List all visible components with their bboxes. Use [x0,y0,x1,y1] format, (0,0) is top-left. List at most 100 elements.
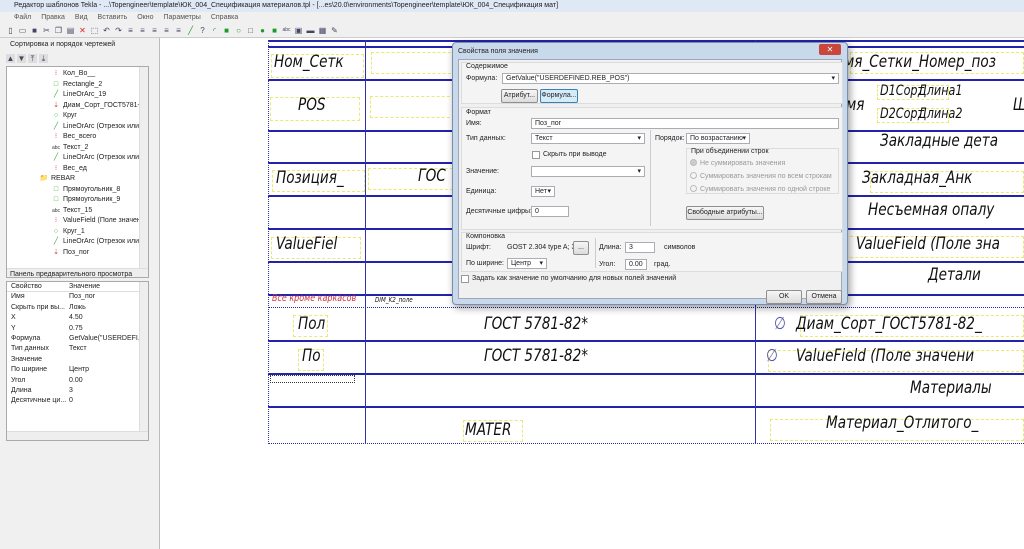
filled-circle-icon[interactable]: ● [258,26,267,35]
menu-item-2[interactable]: Вид [75,14,88,21]
select-icon[interactable]: ⬚ [90,26,99,35]
tree-item-label: Прямоугольник_8 [63,185,121,193]
property-grid[interactable]: Свойство Значение Имя Поз_пог Скрыть при вы… [6,281,149,441]
align-middle-icon[interactable]: ≡ [150,26,159,35]
property-row[interactable]: X 4.50 [7,313,148,323]
property-row[interactable]: Y 0.75 [7,324,148,334]
tree-item[interactable]: ⁝ Вес_ед [51,164,148,175]
font-button[interactable]: ... [573,241,589,255]
hide-checkbox[interactable] [532,151,540,159]
menu-item-3[interactable]: Вставить [98,14,128,21]
undo-icon[interactable]: ↶ [102,26,111,35]
move-bottom-icon[interactable]: ⤓ [39,54,48,63]
value-field-icon[interactable]: ▦ [318,26,327,35]
attribute-button[interactable]: Атрибут... [501,89,538,103]
decimals-spinner[interactable]: 0 [531,206,569,217]
default-checkbox[interactable] [461,275,469,283]
name-input[interactable]: Поз_пог [531,118,839,129]
property-row[interactable]: Формула GetValue("USERDEFI... [7,334,148,344]
delete-icon[interactable]: ✕ [78,26,87,35]
tree-item[interactable]: ╱ LineOrArc (Отрезок или [51,237,148,248]
table-cell-text: Несъемная опалу [868,200,995,220]
rectangle-icon[interactable]: □ [246,26,255,35]
field-icon[interactable]: ▣ [294,26,303,35]
table-cell-text: ГОСТ 5781-82* [484,314,589,334]
arc-icon[interactable]: ◜ [210,26,219,35]
menu-item-6[interactable]: Справка [211,14,238,21]
angle-input[interactable]: 0.00 [625,259,647,270]
name-label: Имя: [466,120,482,127]
merge-option-2[interactable]: Суммировать значения по одной строке [690,185,830,193]
menu-item-5[interactable]: Параметры [164,14,201,21]
property-row[interactable]: Имя Поз_пог [7,292,148,302]
ok-button[interactable]: OK [766,290,802,304]
tree-item[interactable]: abc Текст_15 [51,206,148,217]
formula-combo[interactable]: GetValue("USERDEFINED.REB_POS") [502,73,839,84]
move-up-icon[interactable]: ▲ [6,54,15,63]
property-row[interactable]: Длина 3 [7,386,148,396]
align-center-icon[interactable]: ≡ [138,26,147,35]
tree-item[interactable]: □ Rectangle_2 [51,80,148,91]
tree-item[interactable]: ╱ LineOrArc (Отрезок или [51,153,148,164]
redo-icon[interactable]: ↷ [114,26,123,35]
tree-item[interactable]: ╱ LineOrArc (Отрезок или [51,122,148,133]
tree-item[interactable]: ⇣ Диам_Сорт_ГОСТ5781-8 [51,101,148,112]
align-bottom-icon[interactable]: ≡ [162,26,171,35]
tree-scrollbar-v[interactable] [139,67,148,268]
edit-icon[interactable]: ✎ [330,26,339,35]
align-top-icon[interactable]: ≡ [126,26,135,35]
merge-option-0[interactable]: Не суммировать значения [690,159,785,167]
move-top-icon[interactable]: ⤒ [28,54,37,63]
open-icon[interactable]: ▭ [18,26,27,35]
line-icon: ╱ [53,122,59,130]
value-select[interactable] [531,166,645,177]
tree-item[interactable]: ⁝ Вес_всего [51,132,148,143]
save-icon[interactable]: ■ [30,26,39,35]
copy-icon[interactable]: ❐ [54,26,63,35]
align-base-icon[interactable]: ≡ [174,26,183,35]
tree-item[interactable]: □ Прямоугольник_8 [51,185,148,196]
move-down-icon[interactable]: ▼ [17,54,26,63]
property-row[interactable]: Скрыть при вы... Ложь [7,303,148,313]
property-row[interactable]: По ширине Центр [7,365,148,375]
circle-icon[interactable]: ○ [234,26,243,35]
paste-icon[interactable]: ▤ [66,26,75,35]
filled-rect-icon[interactable]: ■ [222,26,231,35]
close-button[interactable]: ✕ [819,44,841,55]
menu-item-1[interactable]: Правка [41,14,65,21]
image-icon[interactable]: ▬ [306,26,315,35]
length-spinner[interactable]: 3 [625,242,655,253]
tree-item[interactable]: ⁝ Кол_Во__ [51,69,148,80]
menu-item-0[interactable]: Файл [14,14,31,21]
text-abc-icon[interactable]: abc [282,26,291,35]
filled-square-icon[interactable]: ■ [270,26,279,35]
tree-view[interactable]: ⁝ Кол_Во__ □ Rectangle_2 ╱ LineOrArc_19 ⇣ Диам_… [6,66,149,278]
order-select[interactable]: По возрастанию [686,133,750,144]
justify-select[interactable]: Центр [507,258,547,269]
property-row[interactable]: Значение [7,355,148,365]
cut-icon[interactable]: ✂ [42,26,51,35]
tree-item[interactable]: □ Прямоугольник_9 [51,195,148,206]
merge-option-1[interactable]: Суммировать значения по всем строкам [690,172,832,180]
tree-item[interactable]: ⇣ Поз_пог [51,248,148,259]
property-row[interactable]: Угол 0.00 [7,376,148,386]
free-attributes-button[interactable]: Свободные атрибуты... [686,206,764,220]
props-scrollbar-v[interactable] [139,282,148,431]
line-icon[interactable]: ╱ [186,26,195,35]
formula-button[interactable]: Формула... [540,89,578,103]
property-row[interactable]: Десятичные ци... 0 [7,396,148,406]
tree-item[interactable]: abc Текст_2 [51,143,148,154]
tree-item[interactable]: ○ Круг_1 [51,227,148,238]
tree-item[interactable]: ╱ LineOrArc_19 [51,90,148,101]
tree-item[interactable]: ⁝ ValueField (Поле значен [51,216,148,227]
new-icon[interactable]: ▯ [6,26,15,35]
tree-item[interactable]: 📁 REBAR [39,174,148,185]
property-row[interactable]: Тип данных Текст [7,344,148,354]
polyline-icon[interactable]: ? [198,26,207,35]
menu-item-4[interactable]: Окно [137,14,153,21]
cancel-button[interactable]: Отмена [806,290,842,304]
props-scrollbar-h[interactable] [7,431,148,440]
unit-select[interactable]: Нет [531,186,555,197]
datatype-select[interactable]: Текст [531,133,645,144]
tree-item[interactable]: ○ Круг [51,111,148,122]
